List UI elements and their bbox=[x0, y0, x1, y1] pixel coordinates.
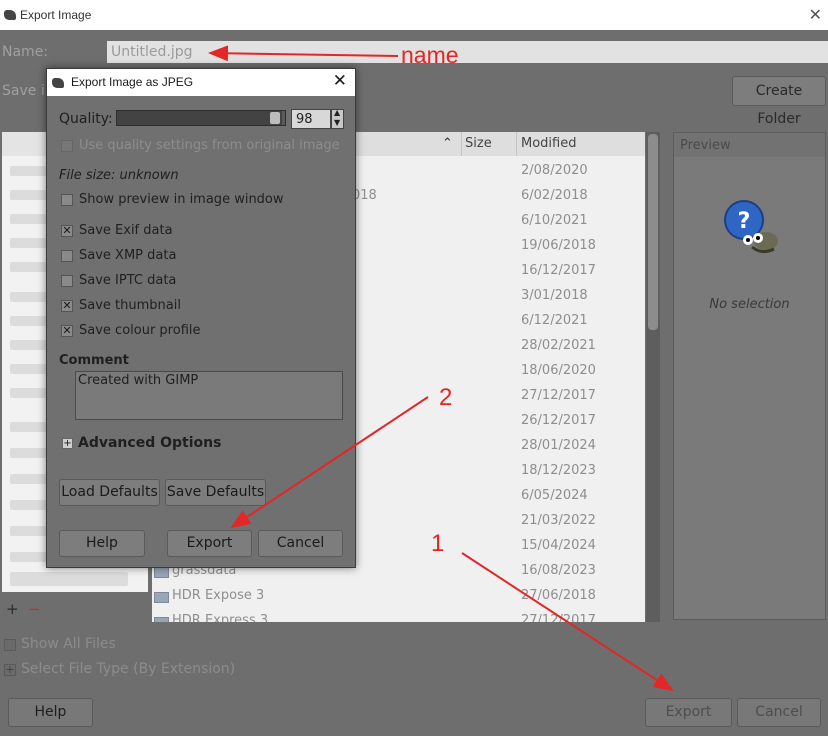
annotation-name: name bbox=[401, 42, 459, 68]
annotation-two: 2 bbox=[439, 384, 453, 411]
arrow-to-jpeg-export bbox=[230, 396, 429, 529]
arrow-to-export bbox=[461, 552, 674, 692]
arrow-to-name bbox=[208, 45, 399, 62]
annotation-one: 1 bbox=[431, 530, 445, 557]
annotation-arrows bbox=[208, 45, 674, 692]
